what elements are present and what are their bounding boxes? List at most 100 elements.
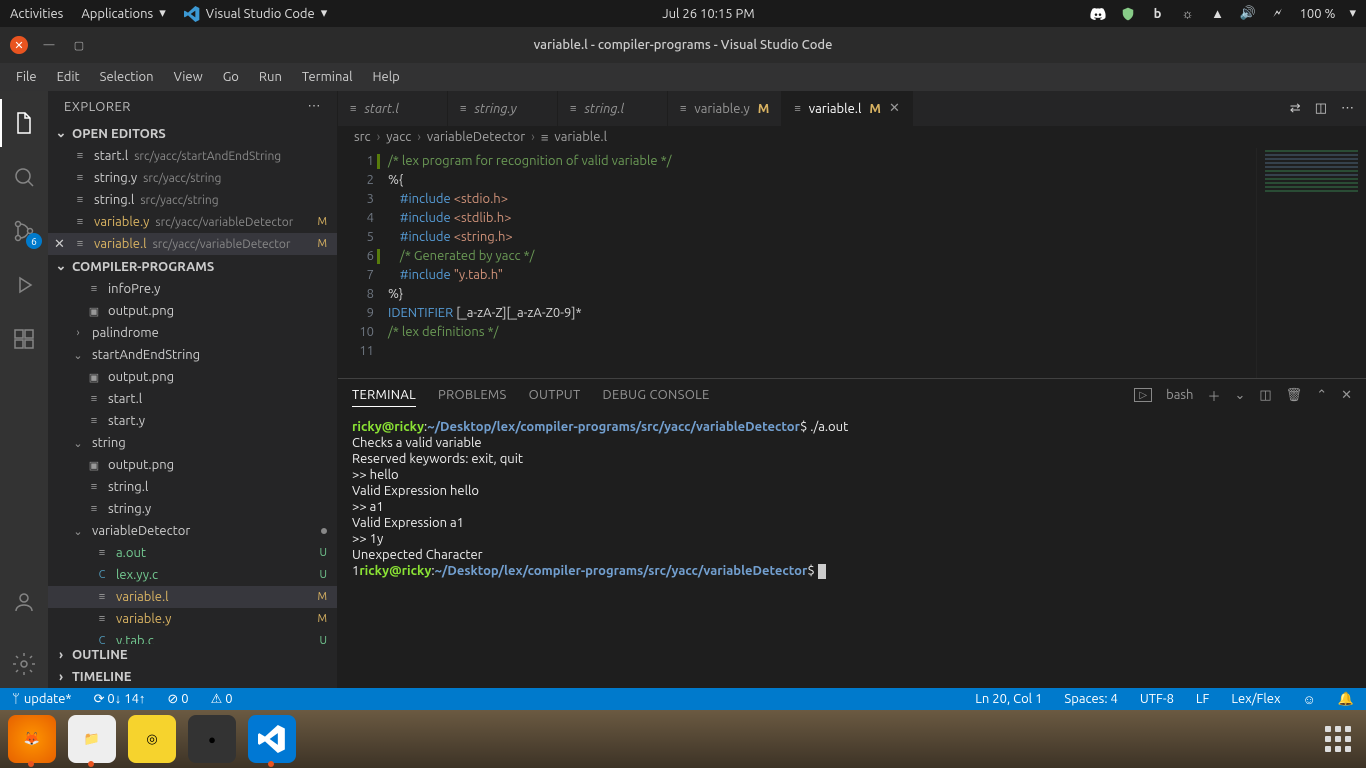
file-item[interactable]: Cy.tab.cU: [48, 630, 337, 644]
file-item[interactable]: ≡start.y: [48, 410, 337, 432]
battery-icon[interactable]: 🗲: [1270, 6, 1286, 22]
outline-header[interactable]: ›OUTLINE: [48, 644, 337, 666]
editor-tab[interactable]: ≡string.y: [448, 91, 558, 126]
indentation-status[interactable]: Spaces: 4: [1060, 692, 1121, 707]
show-applications-button[interactable]: [1318, 719, 1358, 759]
file-item[interactable]: ≡infoPre.y: [48, 278, 337, 300]
breadcrumb-item[interactable]: variable.l: [554, 130, 607, 144]
errors-status[interactable]: ⊘ 0: [163, 692, 192, 707]
file-item[interactable]: ≡variable.lM: [48, 586, 337, 608]
volume-icon[interactable]: 🔊: [1240, 6, 1256, 22]
minimap[interactable]: [1256, 148, 1366, 378]
panel-tab-terminal[interactable]: TERMINAL: [352, 384, 416, 407]
more-icon[interactable]: ⋯: [1341, 101, 1354, 116]
chevron-down-icon[interactable]: ⌄: [1234, 388, 1245, 403]
open-editor-item[interactable]: ≡start.lsrc/yacc/startAndEndString: [48, 145, 337, 167]
datetime[interactable]: Jul 26 10:15 PM: [662, 7, 754, 21]
eol-status[interactable]: LF: [1192, 692, 1213, 707]
folder-item[interactable]: ⌄variableDetector: [48, 520, 337, 542]
window-maximize-button[interactable]: ▢: [70, 36, 88, 54]
language-status[interactable]: Lex/Flex: [1227, 692, 1284, 707]
split-terminal-icon[interactable]: ◫: [1259, 388, 1271, 403]
timeline-header[interactable]: ›TIMELINE: [48, 666, 337, 688]
rhythmbox-app-icon[interactable]: ◎: [128, 715, 176, 763]
extensions-view-icon[interactable]: [0, 315, 48, 363]
file-item[interactable]: ≡variable.yM: [48, 608, 337, 630]
debug-view-icon[interactable]: [0, 261, 48, 309]
window-minimize-button[interactable]: —: [40, 36, 58, 54]
menu-edit[interactable]: Edit: [47, 66, 90, 88]
scm-view-icon[interactable]: 6: [0, 207, 48, 255]
close-panel-icon[interactable]: ✕: [1341, 388, 1352, 403]
code-editor[interactable]: 1234567891011 /* lex program for recogni…: [338, 148, 1366, 378]
file-item[interactable]: ≡string.y: [48, 498, 337, 520]
new-terminal-icon[interactable]: ＋: [1207, 386, 1220, 405]
app-icon[interactable]: ●: [188, 715, 236, 763]
menu-file[interactable]: File: [6, 66, 47, 88]
bing-icon[interactable]: b: [1150, 6, 1166, 22]
maximize-panel-icon[interactable]: ⌃: [1316, 388, 1327, 403]
active-app-indicator[interactable]: Visual Studio Code ▾: [184, 6, 328, 22]
warnings-status[interactable]: ⚠ 0: [207, 692, 237, 707]
trash-icon[interactable]: 🗑: [1286, 388, 1303, 403]
search-view-icon[interactable]: [0, 153, 48, 201]
menu-selection[interactable]: Selection: [90, 66, 164, 88]
encoding-status[interactable]: UTF-8: [1136, 692, 1178, 707]
editor-tab[interactable]: ≡start.l: [338, 91, 448, 126]
window-close-button[interactable]: ✕: [10, 36, 28, 54]
folder-item[interactable]: ⌄string: [48, 432, 337, 454]
activities-button[interactable]: Activities: [10, 7, 63, 21]
file-item[interactable]: ▣output.png: [48, 366, 337, 388]
files-app-icon[interactable]: 📁: [68, 715, 116, 763]
settings-icon[interactable]: [0, 640, 48, 688]
folder-item[interactable]: ›palindrome: [48, 322, 337, 344]
chevron-down-icon[interactable]: ▾: [1349, 6, 1356, 21]
feedback-icon[interactable]: ☺: [1299, 692, 1320, 707]
brightness-icon[interactable]: ☼: [1180, 6, 1196, 22]
compare-icon[interactable]: ⇄: [1290, 101, 1301, 116]
open-editors-header[interactable]: ⌄OPEN EDITORS: [48, 122, 337, 145]
menu-help[interactable]: Help: [362, 66, 409, 88]
accounts-icon[interactable]: [0, 578, 48, 626]
split-editor-icon[interactable]: ◫: [1315, 101, 1327, 116]
shell-label[interactable]: bash: [1166, 388, 1193, 402]
bell-icon[interactable]: 🔔: [1334, 692, 1358, 707]
panel-tab-debug[interactable]: DEBUG CONSOLE: [603, 384, 710, 406]
breadcrumb-item[interactable]: yacc: [386, 130, 411, 144]
breadcrumb-item[interactable]: variableDetector: [427, 130, 525, 144]
shield-icon[interactable]: [1120, 6, 1136, 22]
file-item[interactable]: Clex.yy.cU: [48, 564, 337, 586]
open-editor-item[interactable]: ≡string.lsrc/yacc/string: [48, 189, 337, 211]
file-item[interactable]: ≡start.l: [48, 388, 337, 410]
folder-item[interactable]: ⌄startAndEndString: [48, 344, 337, 366]
git-branch[interactable]: ᛘ update*: [8, 692, 76, 706]
editor-tab[interactable]: ≡variable.lM✕: [782, 91, 912, 126]
network-icon[interactable]: ▲: [1210, 6, 1226, 22]
explorer-view-icon[interactable]: [0, 99, 48, 147]
firefox-app-icon[interactable]: 🦊: [8, 715, 56, 763]
vscode-app-icon[interactable]: [248, 715, 296, 763]
applications-menu[interactable]: Applications▾: [81, 6, 165, 21]
menu-run[interactable]: Run: [249, 66, 292, 88]
open-editor-item[interactable]: ≡variable.ysrc/yacc/variableDetectorM: [48, 211, 337, 233]
breadcrumb[interactable]: src› yacc› variableDetector› ≡variable.l: [338, 126, 1366, 148]
discord-icon[interactable]: [1090, 6, 1106, 22]
panel-tab-output[interactable]: OUTPUT: [529, 384, 581, 406]
cursor-position[interactable]: Ln 20, Col 1: [971, 692, 1046, 707]
terminal[interactable]: ricky@ricky:~/Desktop/lex/compiler-progr…: [338, 411, 1366, 688]
file-item[interactable]: ▣output.png: [48, 300, 337, 322]
menu-terminal[interactable]: Terminal: [292, 66, 363, 88]
panel-tab-problems[interactable]: PROBLEMS: [438, 384, 507, 406]
file-item[interactable]: ≡a.outU: [48, 542, 337, 564]
open-editor-item[interactable]: ✕≡variable.lsrc/yacc/variableDetectorM: [48, 233, 337, 255]
project-header[interactable]: ⌄COMPILER-PROGRAMS: [48, 255, 337, 278]
menu-view[interactable]: View: [164, 66, 213, 88]
launch-profile-icon[interactable]: ▷: [1134, 388, 1152, 402]
file-item[interactable]: ▣output.png: [48, 454, 337, 476]
editor-tab[interactable]: ≡variable.yM: [668, 91, 782, 126]
code-content[interactable]: /* lex program for recognition of valid …: [388, 148, 1366, 378]
file-item[interactable]: ≡string.l: [48, 476, 337, 498]
git-sync[interactable]: ⟳ 0↓ 14↑: [90, 691, 150, 707]
menu-go[interactable]: Go: [213, 66, 249, 88]
open-editor-item[interactable]: ≡string.ysrc/yacc/string: [48, 167, 337, 189]
